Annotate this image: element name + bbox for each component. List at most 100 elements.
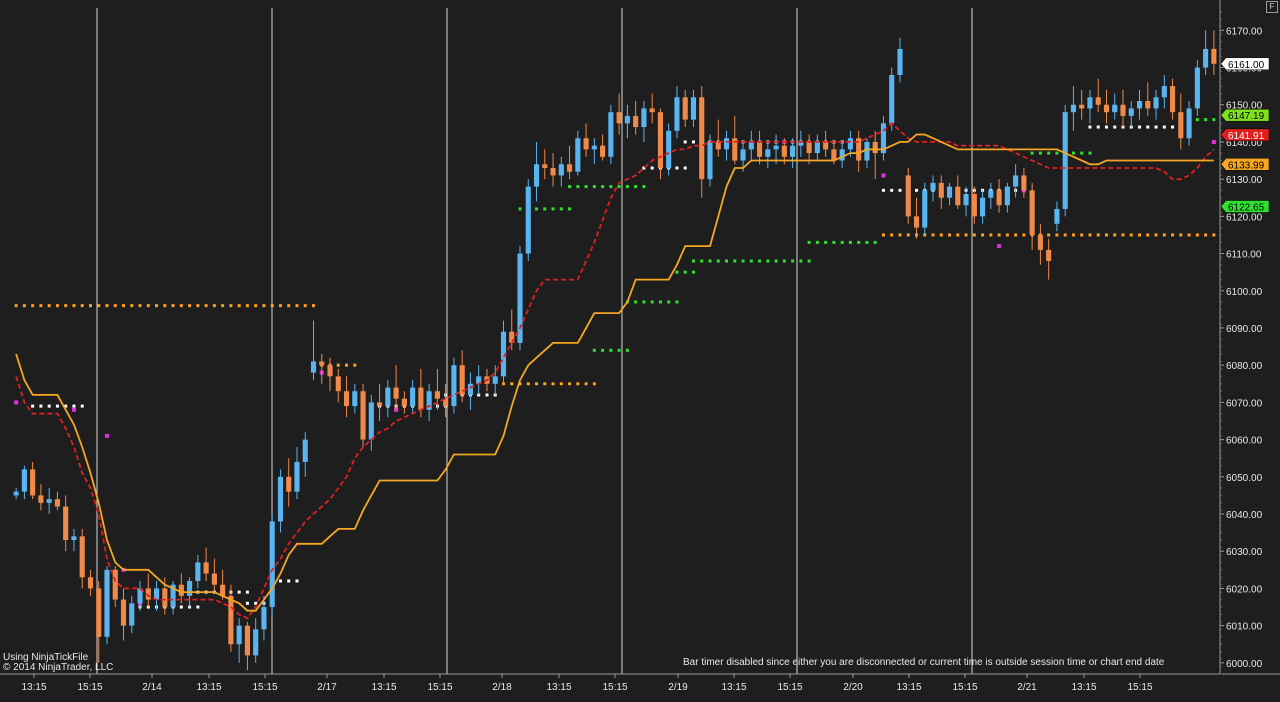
candle-body — [1153, 97, 1159, 109]
candle-body — [905, 175, 911, 217]
level-dot — [146, 304, 150, 308]
candle-body — [178, 584, 184, 596]
level-dot — [1204, 233, 1208, 237]
candle-body — [1037, 234, 1043, 250]
white-dot — [675, 166, 679, 170]
candle-body — [377, 402, 383, 407]
price-marker-label: 6133.99 — [1228, 160, 1265, 171]
y-tick-label: 6170.00 — [1226, 26, 1263, 37]
chart-options-button[interactable]: F — [1266, 1, 1278, 13]
candle-body — [616, 112, 622, 124]
candle-body — [1070, 104, 1077, 113]
green-dot — [840, 240, 844, 244]
candle-body — [946, 186, 953, 198]
level-dot — [948, 233, 952, 237]
green-dot — [559, 207, 563, 211]
candle-body — [814, 141, 820, 154]
candle-body — [1186, 108, 1192, 139]
candle-body — [1211, 48, 1217, 64]
green-dot — [1038, 151, 1042, 155]
white-dot — [485, 393, 489, 397]
candle-body — [286, 476, 292, 492]
level-dot — [1014, 233, 1018, 237]
level-dot — [229, 304, 233, 308]
x-tick-label: 15:15 — [252, 682, 277, 693]
green-dot — [691, 259, 695, 263]
level-dot — [1121, 233, 1125, 237]
candle-body — [1087, 97, 1093, 109]
x-tick-label: 15:15 — [602, 682, 627, 693]
level-dot — [22, 304, 26, 308]
green-dot — [551, 207, 555, 211]
green-dot — [617, 185, 621, 189]
candle-body — [451, 365, 457, 407]
green-dot — [1212, 118, 1216, 122]
green-dot — [625, 348, 629, 352]
level-dot — [1146, 233, 1150, 237]
x-tick-label: 2/18 — [492, 682, 512, 693]
candle-body — [980, 197, 986, 217]
level-dot — [1129, 233, 1133, 237]
chart-area[interactable]: 6000.00 6010.00 6020.00 6030.00 6040.00 6050.… — [0, 0, 1280, 702]
white-dot — [39, 404, 43, 408]
green-dot — [766, 259, 770, 263]
white-dot — [287, 579, 291, 583]
x-tick-label: 13:15 — [896, 682, 921, 693]
candle-body — [294, 461, 300, 492]
level-dot — [956, 233, 960, 237]
level-dot — [105, 304, 109, 308]
price-chart[interactable]: 6000.00 6010.00 6020.00 6030.00 6040.00 6050.… — [0, 0, 1280, 702]
level-dot — [1071, 233, 1075, 237]
y-tick-label: 6010.00 — [1226, 622, 1263, 633]
price-marker: 6147.19 — [1220, 108, 1270, 122]
candle-body — [302, 439, 308, 462]
level-dot — [237, 304, 241, 308]
green-dot — [758, 259, 762, 263]
candle-body — [112, 569, 118, 600]
candle-body — [674, 97, 680, 131]
level-dot — [1187, 233, 1191, 237]
green-dot — [584, 185, 588, 189]
level-dot — [526, 382, 530, 386]
green-dot — [543, 207, 547, 211]
candle-body — [955, 186, 961, 206]
x-tick-label: 13:15 — [721, 682, 746, 693]
green-dot — [691, 270, 695, 274]
candle-body — [872, 141, 878, 154]
level-dot — [981, 233, 985, 237]
green-dot — [601, 348, 605, 352]
white-dot — [650, 166, 654, 170]
candle-body — [823, 141, 829, 150]
level-dot — [345, 363, 349, 367]
price-marker: 6161.00 — [1220, 57, 1270, 71]
candle-body — [641, 108, 647, 128]
candle-body — [517, 253, 523, 343]
candle-body — [525, 186, 531, 254]
level-dot — [543, 382, 547, 386]
candle-body — [236, 625, 242, 645]
candle-body — [591, 145, 597, 150]
candle-body — [228, 595, 234, 645]
candle-body — [930, 182, 936, 191]
level-dot — [551, 382, 555, 386]
candle-body — [963, 194, 969, 206]
watermark-line-2: © 2014 NinjaTrader, LLC — [3, 662, 114, 673]
level-dot — [1080, 233, 1084, 237]
white-dot — [295, 579, 299, 583]
level-dot — [1138, 233, 1142, 237]
candle-body — [1004, 186, 1010, 206]
candle-body — [253, 629, 259, 656]
level-dot — [1212, 233, 1216, 237]
green-dot — [576, 185, 580, 189]
candle-body — [79, 536, 85, 578]
candle-body — [699, 97, 705, 180]
level-dot — [1179, 233, 1183, 237]
white-dot — [196, 605, 200, 609]
green-dot — [518, 207, 522, 211]
green-dot — [601, 185, 605, 189]
candle-body — [889, 74, 895, 124]
x-tick-label: 15:15 — [77, 682, 102, 693]
price-marker: 6133.99 — [1220, 158, 1270, 171]
level-dot — [221, 304, 225, 308]
x-tick-label: 2/19 — [668, 682, 688, 693]
